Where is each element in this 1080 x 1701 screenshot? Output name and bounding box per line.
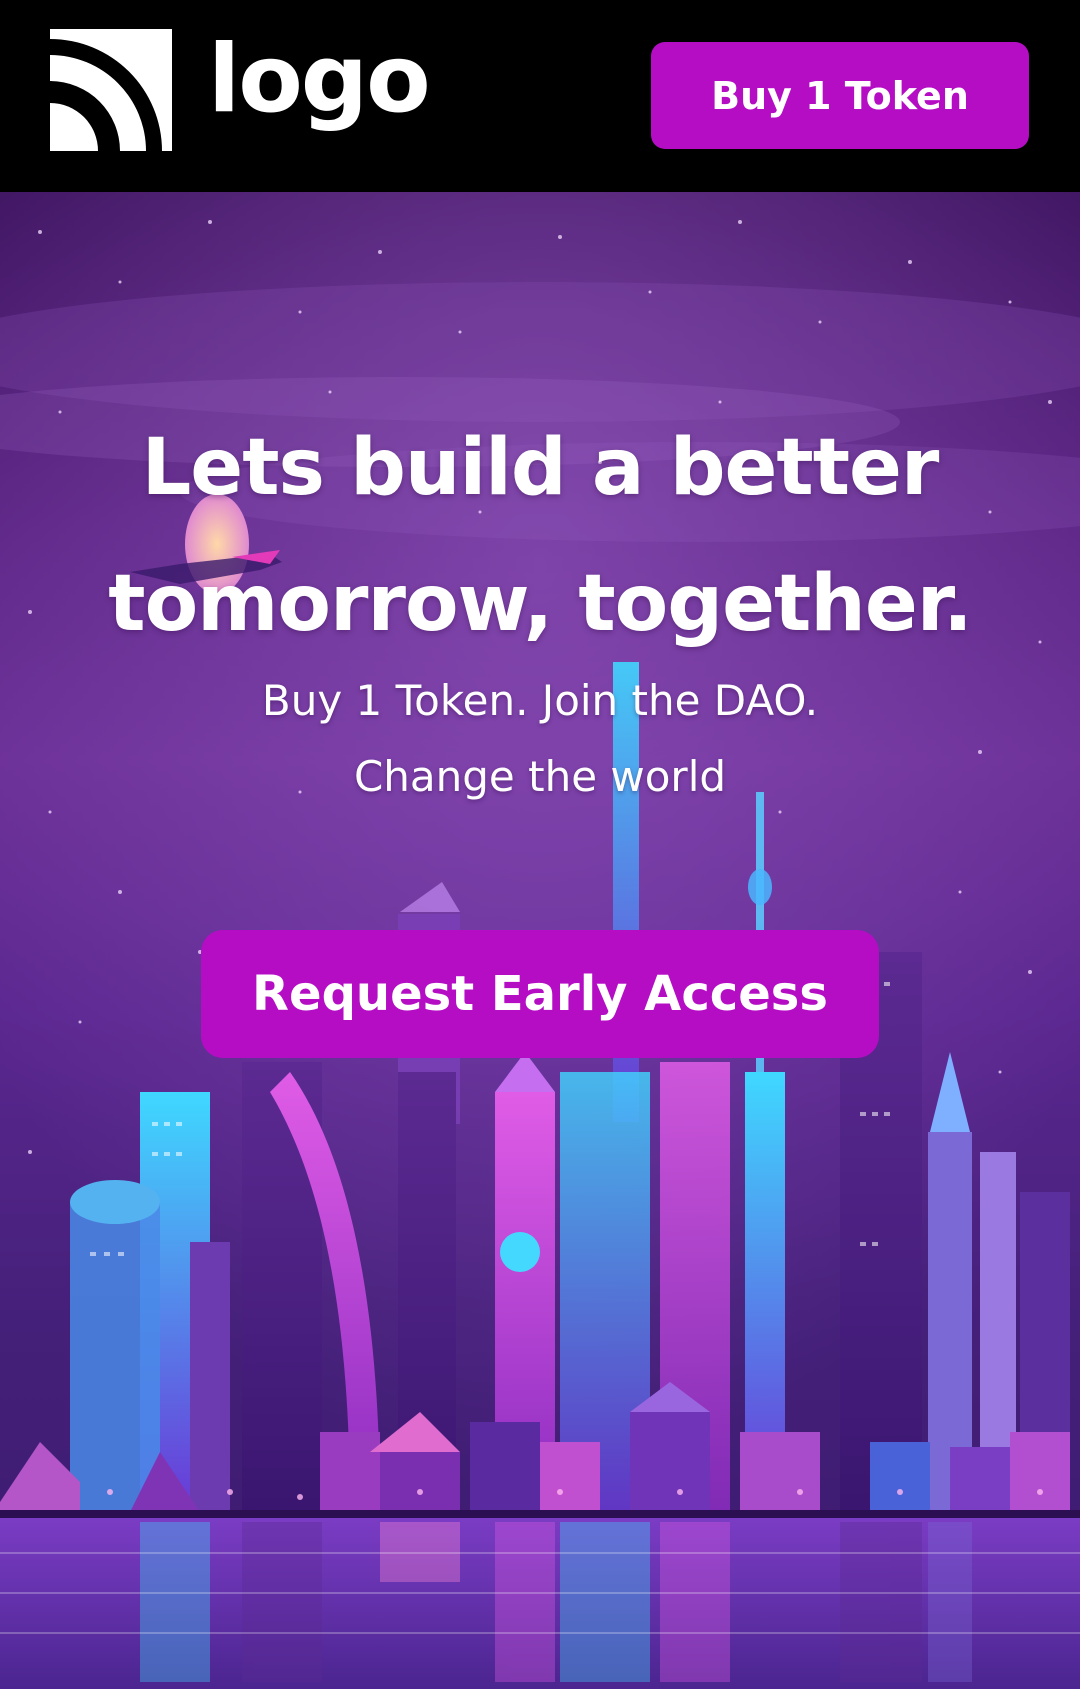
- logo-text: logo: [208, 25, 431, 134]
- buy-token-button[interactable]: Buy 1 Token: [651, 42, 1029, 149]
- subheading-line-2: Change the world: [353, 752, 727, 801]
- request-early-access-button[interactable]: Request Early Access: [201, 930, 879, 1058]
- page-bottom-edge: [0, 1689, 1080, 1701]
- hero-subheading: Buy 1 Token. Join the DAO. Change the wo…: [0, 663, 1080, 815]
- headline-line-1: Lets build a better: [141, 423, 940, 513]
- headline-line-2: tomorrow, together.: [108, 559, 972, 649]
- logo[interactable]: logo: [50, 25, 431, 152]
- subheading-line-1: Buy 1 Token. Join the DAO.: [261, 676, 819, 725]
- rss-feed-icon: [50, 29, 172, 151]
- site-header: logo Buy 1 Token: [0, 0, 1080, 192]
- hero-headline: Lets build a better tomorrow, together.: [0, 400, 1080, 672]
